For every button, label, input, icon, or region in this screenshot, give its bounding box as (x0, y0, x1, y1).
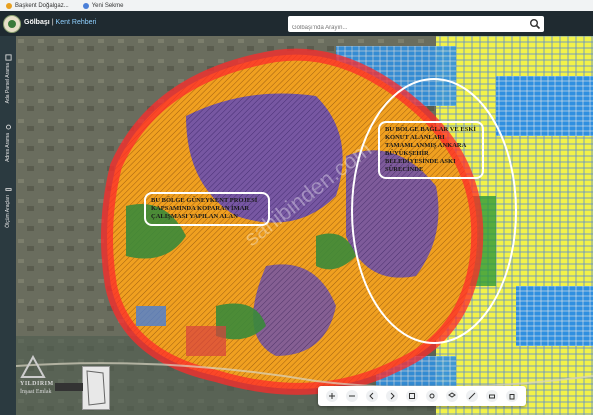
bookmark-icon (82, 2, 89, 9)
sidebar-item-label: Ölçüm Araçları (5, 195, 11, 228)
sidebar-item-label: Adres Arama (5, 133, 11, 162)
agency-name: YILDIRIM (20, 381, 54, 387)
map-annotation-south: BU BÖLGE GÜNEYKENT PROJESİ KAPSAMINDA KO… (144, 192, 270, 226)
location-icon[interactable] (426, 390, 438, 402)
search-input[interactable] (288, 20, 516, 36)
fullscreen-icon[interactable] (406, 390, 418, 402)
bookmark-label: Yeni Sekme (91, 2, 124, 9)
app-subtitle: Kent Rehberi (55, 19, 97, 26)
bookmark-label: Başkent Doğalgaz... (15, 2, 69, 9)
sidebar-item-parcel-search[interactable]: Ada Parsel Arama (0, 54, 16, 103)
map-toolbar (318, 386, 526, 406)
bookmark-icon (6, 2, 12, 9)
forward-icon[interactable] (386, 390, 398, 402)
sidebar-item-measure-tools[interactable]: Ölçüm Araçları (0, 186, 16, 228)
print-icon[interactable] (486, 390, 498, 402)
measure-icon[interactable] (466, 390, 478, 402)
map-annotation-east: BU BÖLGE BAĞLAR ve ESKİ KONUT ALANLARI T… (378, 121, 484, 179)
municipality-logo[interactable] (3, 15, 21, 33)
parcel-icon (4, 54, 12, 61)
zoning-map (16, 36, 593, 415)
annotation-text: BU BÖLGE BAĞLAR ve ESKİ KONUT ALANLARI T… (385, 126, 476, 173)
back-icon[interactable] (366, 390, 378, 402)
agency-subline: İnşaat Emlak (20, 389, 52, 395)
annotation-text: BU BÖLGE GÜNEYKENT PROJESİ KAPSAMINDA KO… (151, 197, 258, 220)
zoom-in-icon[interactable] (326, 390, 338, 402)
app-title: Gölbaşı | Kent Rehberi (24, 19, 97, 26)
agency-brand: YILDIRIM İnşaat Emlak (20, 355, 80, 411)
ruler-icon (4, 188, 12, 191)
agency-logo-icon (20, 355, 46, 378)
app-title-text: Gölbaşı (24, 19, 50, 26)
sidebar-item-address-search[interactable]: Adres Arama (0, 124, 16, 162)
address-icon (5, 124, 11, 130)
search-icon[interactable] (529, 18, 541, 30)
bookmark-item[interactable]: Başkent Doğalgaz... (6, 2, 69, 9)
minimap[interactable] (82, 366, 110, 410)
layers-icon[interactable] (446, 390, 458, 402)
bookmark-item[interactable]: Yeni Sekme (82, 2, 124, 9)
search-box (288, 16, 544, 36)
zoom-out-icon[interactable] (346, 390, 358, 402)
map-canvas[interactable]: sahibinden.com BU BÖLGE GÜNEYKENT PROJES… (16, 36, 593, 415)
trash-icon[interactable] (506, 390, 518, 402)
sidebar-item-label: Ada Parsel Arama (5, 63, 11, 104)
sidebar: Ada Parsel Arama Adres Arama Ölçüm Araçl… (0, 36, 16, 415)
